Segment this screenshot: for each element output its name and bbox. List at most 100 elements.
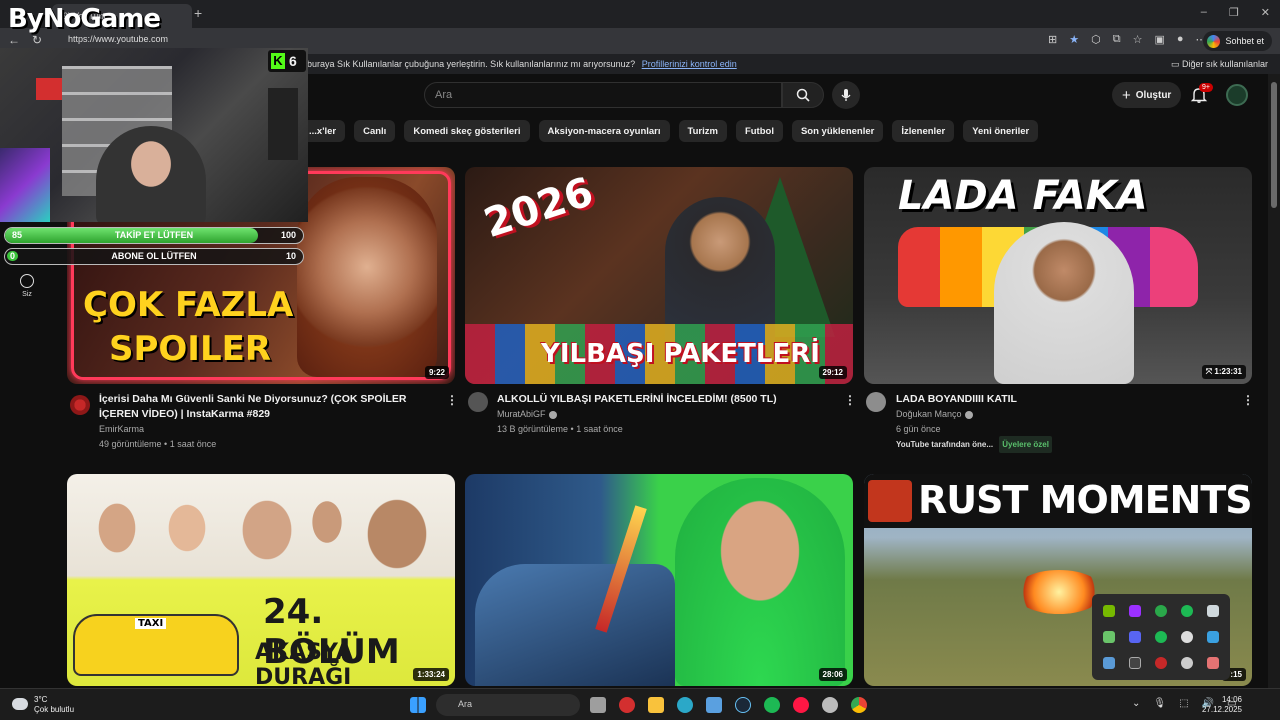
video-duration-text: 1:23:31 [1214, 367, 1242, 376]
webcam-overlay [0, 48, 308, 222]
video-thumbnail[interactable]: TAXI 24. BÖLÜM AKASYA DURAĞI 1:33:24 [67, 474, 455, 686]
xbox-icon[interactable] [1155, 605, 1167, 617]
thumb-caption: 2026 [478, 168, 599, 248]
weather-widget[interactable]: 3°C Çok bulutlu [12, 695, 74, 715]
defender-icon[interactable] [1207, 631, 1219, 643]
featured-text: YouTube tarafından öne... [896, 440, 994, 449]
other-favorites-label: Diğer sık kullanılanlar [1181, 59, 1268, 69]
video-title[interactable]: ALKOLLÜ YILBAŞI PAKETLERİNİ İNCELEDİM! (… [497, 392, 827, 407]
chat-button[interactable]: Sohbet et [1203, 31, 1272, 51]
webcam-person [96, 126, 206, 222]
chip[interactable]: İzlenenler [892, 120, 955, 142]
create-label: Oluştur [1135, 89, 1172, 101]
search-button[interactable] [782, 82, 824, 108]
opera-gx-icon[interactable] [793, 697, 809, 713]
address-input[interactable]: https://www.youtube.com [68, 34, 168, 44]
steam-icon[interactable] [735, 697, 751, 713]
page-scrollbar[interactable] [1268, 74, 1280, 688]
record-icon[interactable] [1155, 657, 1167, 669]
weather-text: 3°C Çok bulutlu [34, 695, 74, 715]
network-icon[interactable] [1207, 657, 1219, 669]
channel-avatar[interactable] [866, 392, 886, 412]
channel-name[interactable]: EmirKarma [99, 422, 144, 437]
video-title[interactable]: LADA BOYANDIIII KATIL [896, 392, 1226, 407]
sidebar-item-you[interactable]: Siz [14, 274, 40, 298]
thumb-explosion [1014, 570, 1104, 614]
chrome-icon[interactable] [851, 697, 867, 713]
minimize-icon[interactable]: – [1201, 6, 1207, 19]
taskbar-pinned [590, 697, 870, 713]
chip[interactable]: Yeni öneriler [963, 120, 1039, 142]
maximize-icon[interactable]: ❐ [1229, 6, 1239, 19]
chip[interactable]: Son yüklenenler [791, 120, 884, 142]
edge-icon[interactable] [677, 697, 693, 713]
chip[interactable]: Aksiyon-macera oyunları [538, 120, 670, 142]
apps-icon[interactable]: ⊞ [1048, 33, 1057, 46]
onedrive-icon[interactable] [1207, 605, 1219, 617]
taskbar-search[interactable]: Ara [436, 694, 580, 716]
nvidia-icon[interactable] [1103, 605, 1115, 617]
play-icon[interactable] [1103, 631, 1115, 643]
chevron-up-icon[interactable]: ⌄ [1132, 698, 1140, 709]
split-icon[interactable]: ⧉ [1113, 33, 1121, 46]
create-button[interactable]: + Oluştur [1112, 82, 1182, 108]
back-icon[interactable]: ← [8, 33, 20, 47]
channel-avatar[interactable] [468, 392, 488, 412]
chip[interactable]: Futbol [735, 120, 783, 142]
profile-icon[interactable]: ● [1177, 33, 1184, 46]
store-icon[interactable] [706, 697, 722, 713]
other-favorites[interactable]: ▭ Diğer sık kullanılanlar [1171, 59, 1268, 70]
thumb-caption: RUST MOMENTS [918, 478, 1252, 522]
search-input[interactable]: Ara [424, 82, 782, 108]
close-icon[interactable]: ✕ [1261, 6, 1270, 19]
favorite-star-icon[interactable]: ★ [1069, 33, 1079, 46]
clock-icon[interactable] [1181, 631, 1193, 643]
window-controls: – ❐ ✕ [1201, 6, 1270, 19]
reload-icon[interactable]: ↻ [32, 33, 42, 47]
video-thumbnail[interactable]: 2026 YILBAŞI PAKETLERİ 29:12 [465, 167, 853, 384]
microphone-icon [841, 89, 851, 101]
thumb-caption: LADA FAKA [898, 173, 1148, 219]
opera-icon[interactable] [619, 697, 635, 713]
nav-buttons: ← ↻ [8, 33, 42, 47]
app-icon[interactable] [1129, 605, 1141, 617]
chip[interactable]: Turizm [678, 120, 727, 142]
spotify-icon[interactable] [1181, 605, 1193, 617]
video-thumbnail[interactable]: 28:06 [465, 474, 853, 686]
network-icon[interactable]: ⬚ [1179, 698, 1188, 709]
folder-icon[interactable] [648, 697, 664, 713]
app-icon[interactable] [822, 697, 838, 713]
favorites-icon[interactable]: ☆ [1133, 33, 1143, 46]
more-options-icon[interactable]: ⋮ [1242, 393, 1254, 407]
thumb-person [994, 222, 1134, 384]
extensions-icon[interactable]: ⬡ [1091, 33, 1101, 46]
windows-start-icon[interactable] [410, 697, 426, 713]
goal-target: 10 [285, 251, 296, 261]
channel-name[interactable]: Doğukan Manço [896, 407, 973, 422]
collections-icon[interactable]: ▣ [1154, 33, 1164, 46]
favbar-message: buraya Sık Kullanılanlar çubuğuna yerleş… [307, 59, 737, 69]
more-options-icon[interactable]: ⋮ [446, 393, 458, 407]
steam-icon[interactable] [1103, 657, 1115, 669]
scrollbar-thumb[interactable] [1271, 82, 1277, 208]
gear-icon[interactable] [1181, 657, 1193, 669]
search-icon [796, 88, 810, 102]
clock[interactable]: 14:06 27.12.2025 [1202, 695, 1242, 715]
video-title[interactable]: İçerisi Daha Mı Güvenli Sanki Ne Diyorsu… [99, 392, 439, 422]
app-icon[interactable] [1129, 657, 1141, 669]
favbar-link[interactable]: Profillerinizi kontrol edin [642, 59, 737, 69]
account-avatar[interactable] [1226, 84, 1248, 106]
new-tab-button[interactable]: + [194, 5, 202, 21]
spotify-icon[interactable] [1155, 631, 1167, 643]
voice-search-button[interactable] [832, 81, 860, 109]
microphone-icon[interactable]: 🎙 [1153, 698, 1166, 709]
channel-name[interactable]: MuratAbiGF [497, 407, 557, 422]
video-thumbnail[interactable]: LADA FAKA ⤧ 1:23:31 [864, 167, 1252, 384]
discord-icon[interactable] [1129, 631, 1141, 643]
chip[interactable]: Canlı [354, 120, 396, 142]
task-view-icon[interactable] [590, 697, 606, 713]
spotify-icon[interactable] [764, 697, 780, 713]
more-options-icon[interactable]: ⋮ [844, 393, 856, 407]
chip[interactable]: Komedi skeç gösterileri [404, 120, 530, 142]
channel-avatar[interactable] [70, 395, 90, 415]
